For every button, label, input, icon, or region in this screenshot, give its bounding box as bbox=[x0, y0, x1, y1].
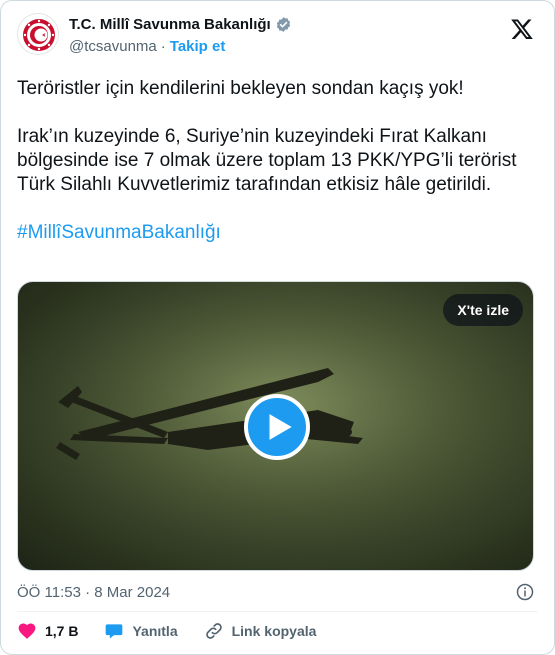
like-button[interactable]: 1,7 B bbox=[17, 621, 78, 641]
divider bbox=[17, 611, 538, 612]
heart-icon bbox=[18, 623, 36, 639]
hashtag-link[interactable]: #MillîSavunmaBakanlığı bbox=[17, 222, 221, 243]
play-button[interactable] bbox=[244, 394, 310, 460]
tweet-paragraph: Teröristler için kendilerini bekleyen so… bbox=[17, 78, 464, 99]
play-icon bbox=[269, 414, 292, 440]
reply-label: Yanıtla bbox=[132, 623, 178, 639]
name-row: T.C. Millî Savunma Bakanlığı bbox=[69, 16, 292, 33]
display-name[interactable]: T.C. Millî Savunma Bakanlığı bbox=[69, 16, 271, 33]
info-icon[interactable] bbox=[516, 583, 534, 601]
link-icon bbox=[205, 623, 222, 639]
follow-button[interactable]: Takip et bbox=[170, 38, 226, 55]
tweet-card: T.C. Millî Savunma Bakanlığı @tcsavunma … bbox=[0, 0, 555, 655]
verified-badge-icon bbox=[276, 17, 290, 32]
separator-dot: · bbox=[160, 38, 166, 55]
speech-bubble-icon bbox=[106, 624, 123, 639]
handle[interactable]: @tcsavunma bbox=[69, 38, 157, 55]
like-count: 1,7 B bbox=[45, 623, 79, 639]
copy-link-label: Link kopyala bbox=[231, 623, 317, 639]
handle-row: @tcsavunma · Takip et bbox=[69, 38, 225, 55]
copy-link-button[interactable]: Link kopyala bbox=[204, 621, 317, 641]
timestamp[interactable]: ÖÖ 11:53 · 8 Mar 2024 bbox=[17, 584, 170, 601]
video-media[interactable]: X'te izle bbox=[17, 281, 534, 571]
tweet-paragraph: Irak’ın kuzeyinde 6, Suriye’nin kuzeyind… bbox=[17, 126, 517, 195]
tweet-text: Teröristler için kendilerini bekleyen so… bbox=[17, 77, 537, 269]
watch-on-x-button[interactable]: X'te izle bbox=[443, 294, 523, 326]
ministry-emblem-icon bbox=[23, 19, 55, 51]
avatar[interactable] bbox=[17, 13, 59, 55]
reply-button[interactable]: Yanıtla bbox=[104, 621, 178, 641]
meta-row: ÖÖ 11:53 · 8 Mar 2024 bbox=[17, 581, 538, 603]
tweet-header: T.C. Millî Savunma Bakanlığı @tcsavunma … bbox=[17, 13, 538, 63]
x-logo-icon[interactable] bbox=[510, 17, 534, 41]
action-bar: 1,7 B Yanıtla Link kopyala bbox=[17, 619, 342, 643]
